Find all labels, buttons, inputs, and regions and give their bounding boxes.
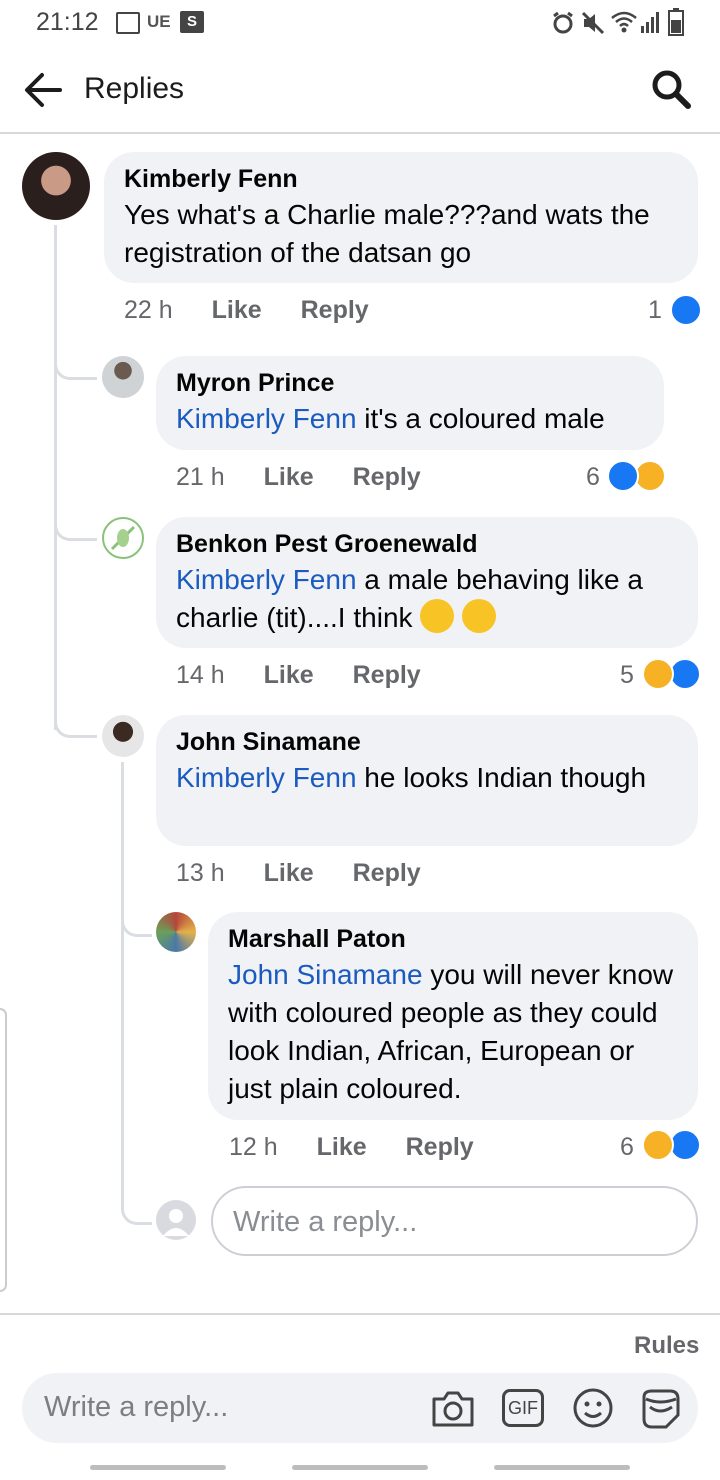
battery-icon (668, 8, 684, 36)
reaction-count[interactable]: 1 (648, 296, 662, 325)
comment-actions: 13 h Like Reply (176, 859, 421, 888)
comment-bubble: Kimberly Fenn Yes what's a Charlie male?… (104, 152, 698, 283)
pest-logo-icon (110, 525, 136, 551)
reply-button[interactable]: Reply (301, 296, 369, 324)
alarm-icon (553, 11, 573, 34)
like-button[interactable]: Like (264, 661, 314, 689)
rules-link[interactable]: Rules (634, 1332, 699, 1360)
comment-text: Kimberly Fenn a male behaving like a cha… (176, 564, 643, 633)
inline-reply-placeholder: Write a reply... (233, 1206, 418, 1238)
avatar[interactable] (102, 517, 144, 559)
reply-button[interactable]: Reply (353, 859, 421, 887)
bottom-reply-placeholder: Write a reply... (44, 1391, 229, 1423)
like-reaction-icon (607, 460, 639, 492)
comment-bubble: John Sinamane Kimberly Fenn he looks Ind… (156, 715, 698, 846)
comment-author[interactable]: Kimberly Fenn (124, 164, 678, 194)
wifi-icon (611, 11, 637, 33)
mention-link[interactable]: Kimberly Fenn (176, 564, 357, 595)
haha-reaction-icon (642, 658, 674, 690)
inline-reply-input[interactable]: Write a reply... (211, 1186, 698, 1256)
reaction-count[interactable]: 6 (586, 463, 600, 492)
comment-bubble: Marshall Paton John Sinamane you will ne… (208, 912, 698, 1120)
comment-actions: 12 h Like Reply (229, 1133, 474, 1162)
like-reaction-icon (670, 294, 702, 326)
comment-actions: 22 h Like Reply (124, 296, 369, 325)
page-title: Replies (84, 72, 185, 105)
reply-button[interactable]: Reply (406, 1133, 474, 1161)
comment-time: 14 h (176, 661, 225, 689)
thread-branch-4 (121, 912, 152, 937)
comment-time: 13 h (176, 859, 225, 887)
thread-branch-3 (54, 713, 97, 738)
like-button[interactable]: Like (264, 463, 314, 491)
comment-bubble: Myron Prince Kimberly Fenn it's a colour… (156, 356, 664, 450)
comment-actions: 21 h Like Reply (176, 463, 421, 492)
mute-icon (581, 11, 605, 35)
comment-time: 21 h (176, 463, 225, 491)
reaction-count[interactable]: 6 (620, 1133, 634, 1162)
gif-label: GIF (508, 1398, 538, 1418)
emoji-smile-icon[interactable] (572, 1387, 614, 1429)
nav-back-button[interactable] (494, 1465, 630, 1470)
thread-branch-5 (121, 1200, 152, 1225)
tears-of-joy-emoji-icon (420, 599, 455, 633)
camera-icon[interactable] (430, 1387, 476, 1429)
search-icon[interactable] (650, 68, 692, 110)
like-button[interactable]: Like (212, 296, 262, 324)
thread-branch-1 (54, 355, 97, 380)
carrier-label: UE (147, 12, 171, 31)
thread-branch-2 (54, 516, 97, 541)
scroll-edge (0, 1008, 7, 1292)
comment-time: 22 h (124, 296, 173, 324)
system-nav-bar (0, 1455, 720, 1480)
avatar[interactable] (102, 715, 144, 757)
status-bar: 21:12 UE S (0, 0, 720, 46)
nav-home-button[interactable] (292, 1465, 428, 1470)
like-button[interactable]: Like (264, 859, 314, 887)
thinking-face-emoji-icon (462, 599, 497, 633)
comment-bubble: Benkon Pest Groenewald Kimberly Fenn a m… (156, 517, 698, 648)
reply-button[interactable]: Reply (353, 661, 421, 689)
comment-author[interactable]: Myron Prince (176, 368, 644, 398)
avatar[interactable] (156, 912, 196, 952)
nav-recents-button[interactable] (90, 1465, 226, 1470)
bottom-reply-input[interactable]: Write a reply... GIF (22, 1373, 698, 1443)
footer-divider (0, 1313, 720, 1315)
comment-author[interactable]: Benkon Pest Groenewald (176, 529, 678, 559)
thread-line-main (54, 225, 57, 730)
header-divider (0, 132, 720, 134)
user-avatar-icon (156, 1200, 196, 1240)
reaction-count[interactable]: 5 (620, 661, 634, 690)
mention-link[interactable]: Kimberly Fenn (176, 762, 357, 793)
thread-line-sub (121, 762, 124, 1202)
comment-actions: 14 h Like Reply (176, 661, 421, 690)
s-badge-icon: S (180, 11, 204, 33)
comment-time: 12 h (229, 1133, 278, 1161)
gif-button[interactable]: GIF (502, 1389, 544, 1427)
signal-icon (641, 12, 659, 33)
comment-text: John Sinamane you will never know with c… (228, 959, 674, 1104)
comment-text: Yes what's a Charlie male???and wats the… (124, 199, 650, 268)
avatar[interactable] (22, 152, 90, 220)
reply-button[interactable]: Reply (353, 463, 421, 491)
sticker-icon[interactable] (638, 1385, 684, 1431)
comment-text: Kimberly Fenn he looks Indian though (176, 762, 647, 793)
like-button[interactable]: Like (317, 1133, 367, 1161)
back-arrow-icon[interactable] (22, 70, 64, 110)
comment-text: Kimberly Fenn it's a coloured male (176, 403, 605, 434)
mention-link[interactable]: John Sinamane (228, 959, 423, 990)
gallery-icon (116, 12, 140, 34)
mention-link[interactable]: Kimberly Fenn (176, 403, 357, 434)
haha-reaction-icon (642, 1129, 674, 1161)
comment-author[interactable]: John Sinamane (176, 727, 678, 757)
status-time: 21:12 (36, 8, 99, 36)
comment-author[interactable]: Marshall Paton (228, 924, 678, 954)
avatar[interactable] (102, 356, 144, 398)
